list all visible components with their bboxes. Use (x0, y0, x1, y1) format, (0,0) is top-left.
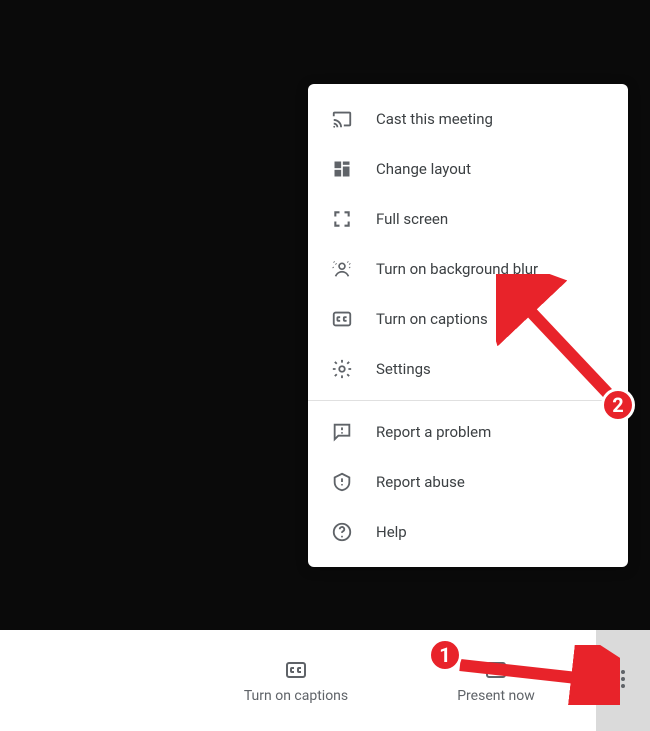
menu-label: Turn on captions (376, 310, 488, 328)
report-abuse-icon (330, 470, 354, 494)
captions-icon (284, 658, 308, 682)
more-vert-icon (611, 667, 635, 695)
captions-label: Turn on captions (244, 688, 348, 704)
menu-label: Report abuse (376, 473, 465, 491)
menu-item-cast[interactable]: Cast this meeting (308, 94, 628, 144)
present-label: Present now (457, 688, 535, 704)
menu-label: Turn on background blur (376, 260, 538, 278)
captions-icon (330, 307, 354, 331)
fullscreen-icon (330, 207, 354, 231)
blur-icon (330, 257, 354, 281)
menu-label: Help (376, 523, 407, 541)
bottom-bar-actions: Turn on captions Present now (0, 630, 596, 731)
menu-item-fullscreen[interactable]: Full screen (308, 194, 628, 244)
menu-label: Report a problem (376, 423, 491, 441)
menu-item-layout[interactable]: Change layout (308, 144, 628, 194)
layout-icon (330, 157, 354, 181)
menu-label: Settings (376, 360, 431, 378)
menu-item-help[interactable]: Help (308, 507, 628, 557)
bottom-bar: Turn on captions Present now (0, 630, 650, 731)
menu-item-blur[interactable]: Turn on background blur (308, 244, 628, 294)
present-icon (484, 658, 508, 682)
menu-item-settings[interactable]: Settings (308, 344, 628, 394)
report-problem-icon (330, 420, 354, 444)
more-options-menu: Cast this meeting Change layout Full scr… (308, 84, 628, 567)
captions-button[interactable]: Turn on captions (196, 658, 396, 704)
cast-icon (330, 107, 354, 131)
menu-divider (308, 400, 628, 401)
menu-item-report-abuse[interactable]: Report abuse (308, 457, 628, 507)
present-button[interactable]: Present now (396, 658, 596, 704)
menu-label: Full screen (376, 210, 448, 228)
help-icon (330, 520, 354, 544)
menu-item-report-problem[interactable]: Report a problem (308, 407, 628, 457)
gear-icon (330, 357, 354, 381)
menu-label: Cast this meeting (376, 110, 493, 128)
menu-label: Change layout (376, 160, 471, 178)
more-options-button[interactable] (596, 630, 650, 731)
menu-item-captions[interactable]: Turn on captions (308, 294, 628, 344)
